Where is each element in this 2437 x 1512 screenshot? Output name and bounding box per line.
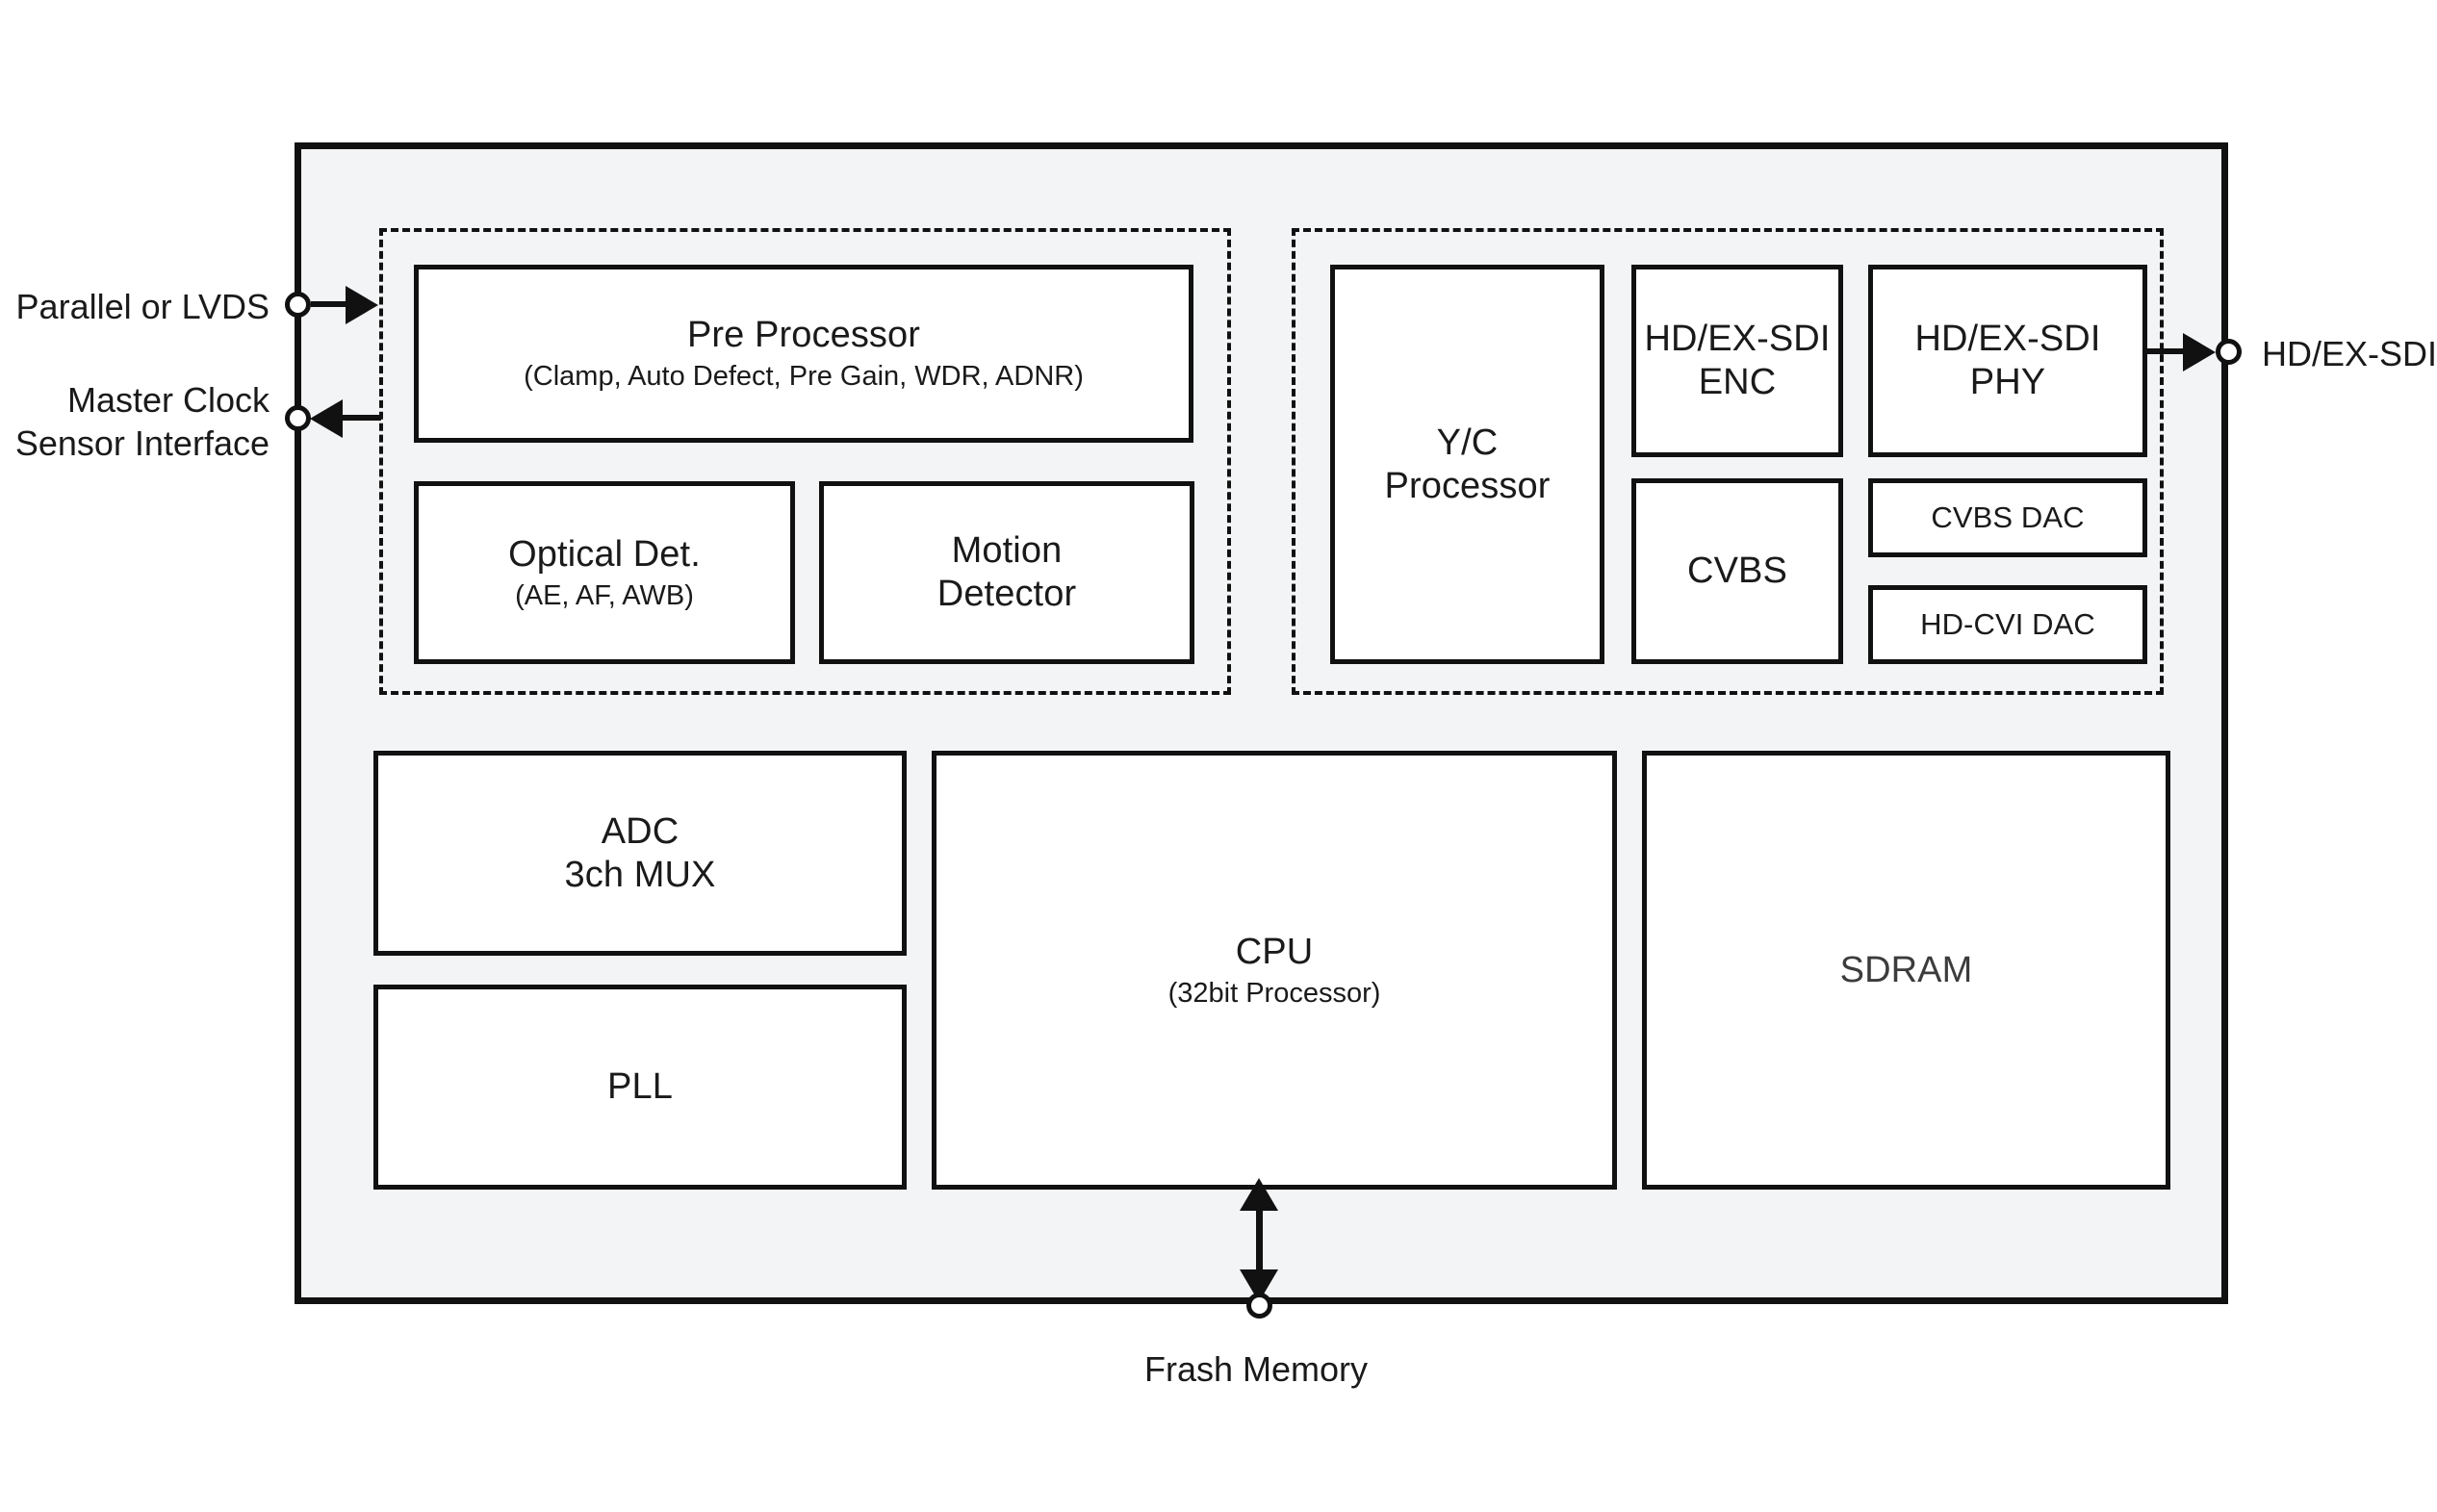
port-pin-master-clock-sensor-interface[interactable] <box>285 405 311 431</box>
arrow-master-clock-out <box>310 399 343 438</box>
block-cvbs-dac-title: CVBS DAC <box>1931 500 2085 534</box>
block-optical-detector-title: Optical Det. <box>508 533 701 575</box>
block-motion-detector-title: Motion Detector <box>936 530 1077 614</box>
block-cpu-title: CPU <box>1235 931 1314 972</box>
block-yc-processor-title: Y/C Processor <box>1384 422 1551 506</box>
port-label-master-clock-sensor-interface: Master Clock Sensor Interface <box>14 380 269 463</box>
block-sdram-title: SDRAM <box>1839 949 1973 990</box>
arrow-parallel-lvds-in <box>346 286 378 324</box>
block-sdram[interactable]: SDRAM <box>1642 751 2170 1190</box>
block-cvbs-title: CVBS <box>1687 551 1787 592</box>
port-label-hd-ex-sdi: HD/EX-SDI <box>2262 334 2437 373</box>
block-hd-ex-sdi-enc-title: HD/EX-SDI ENC <box>1644 319 1831 402</box>
port-label-frash-memory: Frash Memory <box>1143 1349 1369 1389</box>
block-hd-cvi-dac[interactable]: HD-CVI DAC <box>1868 585 2147 664</box>
block-cpu[interactable]: CPU (32bit Processor) <box>932 751 1617 1190</box>
port-pin-hd-ex-sdi[interactable] <box>2216 339 2242 365</box>
block-adc-3ch-mux[interactable]: ADC 3ch MUX <box>373 751 907 956</box>
block-hd-ex-sdi-phy[interactable]: HD/EX-SDI PHY <box>1868 265 2147 457</box>
port-pin-frash-memory[interactable] <box>1246 1293 1272 1319</box>
block-diagram-canvas: Pre Processor (Clamp, Auto Defect, Pre G… <box>0 0 2437 1512</box>
block-hd-ex-sdi-enc[interactable]: HD/EX-SDI ENC <box>1631 265 1843 457</box>
block-pll[interactable]: PLL <box>373 985 907 1190</box>
block-motion-detector[interactable]: Motion Detector <box>819 481 1194 664</box>
block-optical-detector-subtitle: (AE, AF, AWB) <box>515 579 694 611</box>
port-pin-parallel-lvds[interactable] <box>285 292 311 318</box>
block-adc-3ch-mux-title: ADC 3ch MUX <box>564 810 716 895</box>
block-pre-processor-subtitle: (Clamp, Auto Defect, Pre Gain, WDR, ADNR… <box>524 361 1084 393</box>
block-cpu-subtitle: (32bit Processor) <box>1167 977 1381 1009</box>
wire-master-clock-sensor-interface <box>337 415 381 421</box>
block-yc-processor[interactable]: Y/C Processor <box>1330 265 1604 664</box>
block-optical-detector[interactable]: Optical Det. (AE, AF, AWB) <box>414 481 795 664</box>
block-cvbs-dac[interactable]: CVBS DAC <box>1868 478 2147 557</box>
block-hd-ex-sdi-phy-title: HD/EX-SDI PHY <box>1914 319 2101 402</box>
arrow-frash-memory-up <box>1240 1178 1278 1211</box>
block-pll-title: PLL <box>607 1066 673 1108</box>
block-pre-processor[interactable]: Pre Processor (Clamp, Auto Defect, Pre G… <box>414 265 1193 443</box>
arrow-hd-ex-sdi-out <box>2183 333 2216 372</box>
port-label-parallel-lvds: Parallel or LVDS <box>15 287 269 326</box>
block-cvbs[interactable]: CVBS <box>1631 478 1843 664</box>
block-pre-processor-title: Pre Processor <box>686 315 921 356</box>
block-hd-cvi-dac-title: HD-CVI DAC <box>1920 606 2095 641</box>
